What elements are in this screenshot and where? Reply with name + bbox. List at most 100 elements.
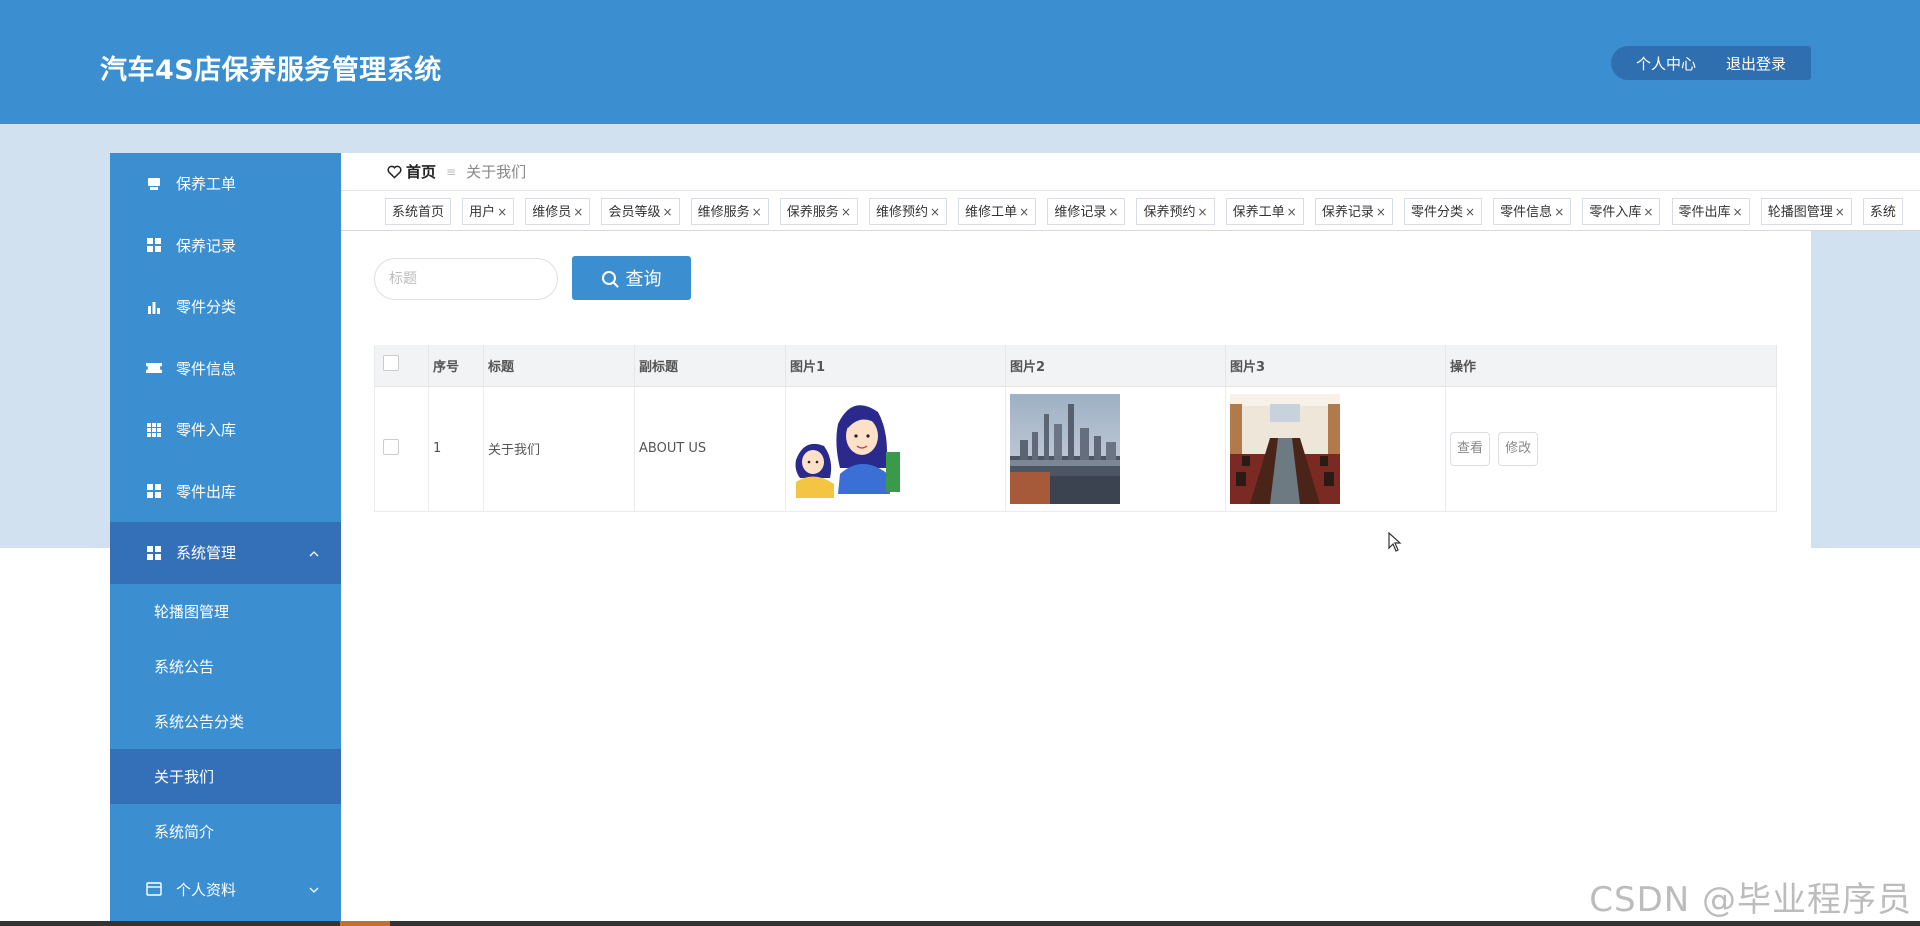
watermark: CSDN @毕业程序员: [1589, 880, 1912, 920]
sidebar-item-label: 系统管理: [176, 544, 237, 563]
tag-user[interactable]: 用户 ×: [462, 198, 515, 225]
submenu-item-announcement[interactable]: 系统公告: [110, 639, 341, 694]
search-button-label: 查询: [625, 269, 662, 289]
breadcrumb-separator: ≡: [446, 164, 457, 179]
close-icon[interactable]: ×: [1019, 205, 1029, 219]
profile-card-icon: [146, 881, 162, 897]
cell-pic3: [1225, 386, 1446, 512]
close-icon[interactable]: ×: [752, 205, 762, 219]
tag-label: 轮播图管理: [1767, 205, 1833, 220]
search-input[interactable]: [374, 258, 558, 300]
tag-label: 保养服务: [786, 205, 839, 220]
close-icon[interactable]: ×: [573, 205, 583, 219]
sidebar-item-parts-info[interactable]: 零件信息: [110, 338, 341, 400]
sidebar-item-maintenance-record[interactable]: 保养记录: [110, 215, 341, 277]
tag-label: 系统: [1869, 205, 1896, 220]
chevron-down-icon: [309, 882, 319, 896]
cell-index: 1: [428, 386, 484, 512]
close-icon[interactable]: ×: [1465, 205, 1475, 219]
top-header: 汽车4S店保养服务管理系统 个人中心 退出登录: [0, 0, 1920, 124]
view-button[interactable]: 查看: [1450, 431, 1491, 466]
column-header: 图片1: [785, 345, 1006, 387]
close-icon[interactable]: ×: [841, 205, 851, 219]
tag-maintenance-service[interactable]: 保养服务 ×: [779, 198, 858, 225]
sidebar-item-profile[interactable]: 个人资料: [110, 859, 341, 921]
column-header: 标题: [483, 345, 635, 387]
close-icon[interactable]: ×: [1198, 205, 1208, 219]
tag-parts-category[interactable]: 零件分类 ×: [1404, 198, 1483, 225]
close-icon[interactable]: ×: [1733, 205, 1743, 219]
cartoon-girls-image: [790, 393, 900, 504]
cell-actions: 查看 修改: [1445, 386, 1777, 512]
grid-icon: [146, 545, 162, 561]
sidebar-item-parts-category[interactable]: 零件分类: [110, 276, 341, 338]
tag-label: 零件分类: [1411, 205, 1464, 220]
content-panel: 查询 序号 标题 副标题 图片1 图片2 图片3 操作: [341, 231, 1811, 548]
tag-label: 维修服务: [697, 205, 750, 220]
mouse-cursor-icon: [1388, 531, 1402, 556]
breadcrumb-home[interactable]: 首页: [406, 161, 436, 182]
city-skyline-image: [1010, 393, 1120, 504]
close-icon[interactable]: ×: [497, 205, 507, 219]
tag-label: 维修预约: [875, 205, 928, 220]
cell-subtitle: ABOUT US: [634, 386, 786, 512]
tag-repair-record[interactable]: 维修记录 ×: [1047, 198, 1126, 225]
tag-repairman[interactable]: 维修员 ×: [525, 198, 591, 225]
tag-system[interactable]: 系统: [1862, 198, 1903, 225]
submenu-item-about-us[interactable]: 关于我们: [110, 748, 341, 804]
submenu-item-system-intro[interactable]: 系统简介: [110, 804, 341, 859]
close-icon[interactable]: ×: [1287, 205, 1297, 219]
tag-label: 保养预约: [1143, 205, 1196, 220]
tag-parts-outbound[interactable]: 零件出库 ×: [1671, 198, 1750, 225]
column-header: 操作: [1445, 345, 1777, 387]
app-title: 汽车4S店保养服务管理系统: [100, 55, 442, 86]
sidebar-item-maintenance-order[interactable]: 保养工单: [110, 153, 341, 215]
tag-maintenance-appointment[interactable]: 保养预约 ×: [1136, 198, 1215, 225]
tag-label: 保养工单: [1232, 205, 1285, 220]
tag-parts-inbound[interactable]: 零件入库 ×: [1582, 198, 1661, 225]
column-header: 图片3: [1225, 345, 1446, 387]
tag-carousel[interactable]: 轮播图管理 ×: [1760, 198, 1852, 225]
row-checkbox[interactable]: [383, 438, 399, 455]
tag-parts-info[interactable]: 零件信息 ×: [1493, 198, 1572, 225]
data-table: 序号 标题 副标题 图片1 图片2 图片3 操作 1 关于我们 ABOUT US: [374, 345, 1777, 512]
cell-title: 关于我们: [483, 386, 635, 512]
close-icon[interactable]: ×: [1643, 205, 1653, 219]
tags-view-bar: 系统首页 用户 × 维修员 × 会员等级 × 维修服务 × 保养服务 × 维修预约 × 维修…: [341, 191, 1920, 231]
select-all-checkbox[interactable]: [383, 355, 399, 372]
sidebar-item-parts-inbound[interactable]: 零件入库: [110, 399, 341, 461]
submenu-item-label: 系统公告分类: [154, 712, 245, 731]
chevron-up-icon: [309, 546, 319, 560]
edit-button[interactable]: 修改: [1498, 431, 1539, 466]
sidebar-item-label: 零件信息: [176, 359, 237, 378]
document-icon: [146, 176, 162, 192]
tag-maintenance-record[interactable]: 保养记录 ×: [1314, 198, 1393, 225]
sidebar-item-parts-outbound[interactable]: 零件出库: [110, 461, 341, 523]
logout-link[interactable]: 退出登录: [1726, 53, 1786, 74]
close-icon[interactable]: ×: [662, 205, 672, 219]
tag-maintenance-order[interactable]: 保养工单 ×: [1225, 198, 1304, 225]
submenu-item-carousel[interactable]: 轮播图管理: [110, 584, 341, 639]
search-button[interactable]: 查询: [572, 256, 691, 300]
sidebar-item-label: 零件入库: [176, 421, 237, 440]
tag-repair-appointment[interactable]: 维修预约 ×: [868, 198, 948, 225]
submenu-item-label: 系统公告: [154, 657, 215, 676]
tag-repair-order[interactable]: 维修工单 ×: [958, 198, 1037, 225]
breadcrumb-current: 关于我们: [466, 163, 527, 181]
submenu-item-announcement-category[interactable]: 系统公告分类: [110, 694, 341, 749]
table-header-row: 序号 标题 副标题 图片1 图片2 图片3 操作: [374, 345, 1777, 387]
taskbar-strip: [0, 921, 1920, 926]
breadcrumb: 首页 ≡ 关于我们: [341, 153, 1920, 191]
profile-center-link[interactable]: 个人中心: [1636, 53, 1696, 74]
sidebar-item-system-management[interactable]: 系统管理: [110, 522, 341, 584]
sidebar-item-label: 保养记录: [176, 236, 237, 255]
close-icon[interactable]: ×: [1108, 205, 1118, 219]
tag-repair-service[interactable]: 维修服务 ×: [690, 198, 769, 225]
close-icon[interactable]: ×: [930, 205, 940, 219]
tag-home[interactable]: 系统首页: [385, 198, 452, 225]
close-icon[interactable]: ×: [1554, 205, 1564, 219]
close-icon[interactable]: ×: [1835, 205, 1845, 219]
tag-member-level[interactable]: 会员等级 ×: [601, 198, 680, 225]
close-icon[interactable]: ×: [1376, 205, 1386, 219]
row-select-cell: [374, 386, 429, 512]
